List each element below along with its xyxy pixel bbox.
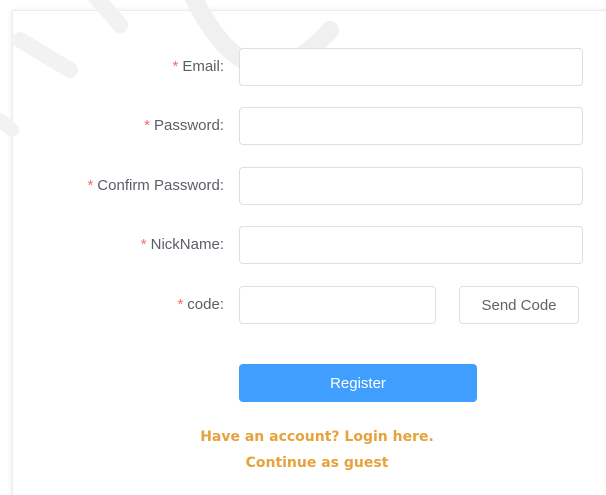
email-input[interactable] — [239, 48, 583, 86]
required-mark: * — [87, 177, 94, 194]
code-label: * code: — [177, 296, 224, 313]
confirm-password-input[interactable] — [239, 167, 583, 205]
send-code-button[interactable]: Send Code — [459, 286, 579, 324]
form-row-confirm-password: * Confirm Password: — [0, 167, 606, 205]
code-input[interactable] — [239, 286, 436, 324]
login-link[interactable]: Have an account? Login here. — [0, 429, 606, 445]
form-row-nickname: * NickName: — [0, 226, 606, 264]
form-row-email: * Email: — [0, 48, 606, 86]
register-button[interactable]: Register — [239, 364, 477, 402]
required-mark: * — [144, 117, 150, 134]
confirm-password-label: * Confirm Password: — [87, 177, 224, 194]
email-label: * Email: — [172, 58, 224, 75]
required-mark: * — [177, 296, 184, 313]
required-mark: * — [172, 58, 179, 75]
password-label: * Password: — [144, 117, 224, 134]
nickname-label: * NickName: — [140, 236, 224, 253]
register-page: * Email: * Password: * Confirm Password: * N… — [0, 0, 606, 495]
form-row-password: * Password: — [0, 107, 606, 145]
guest-link[interactable]: Continue as guest — [0, 455, 606, 471]
password-input[interactable] — [239, 107, 583, 145]
required-mark: * — [140, 236, 147, 253]
nickname-input[interactable] — [239, 226, 583, 264]
form-row-code: * code: Send Code — [0, 286, 606, 324]
